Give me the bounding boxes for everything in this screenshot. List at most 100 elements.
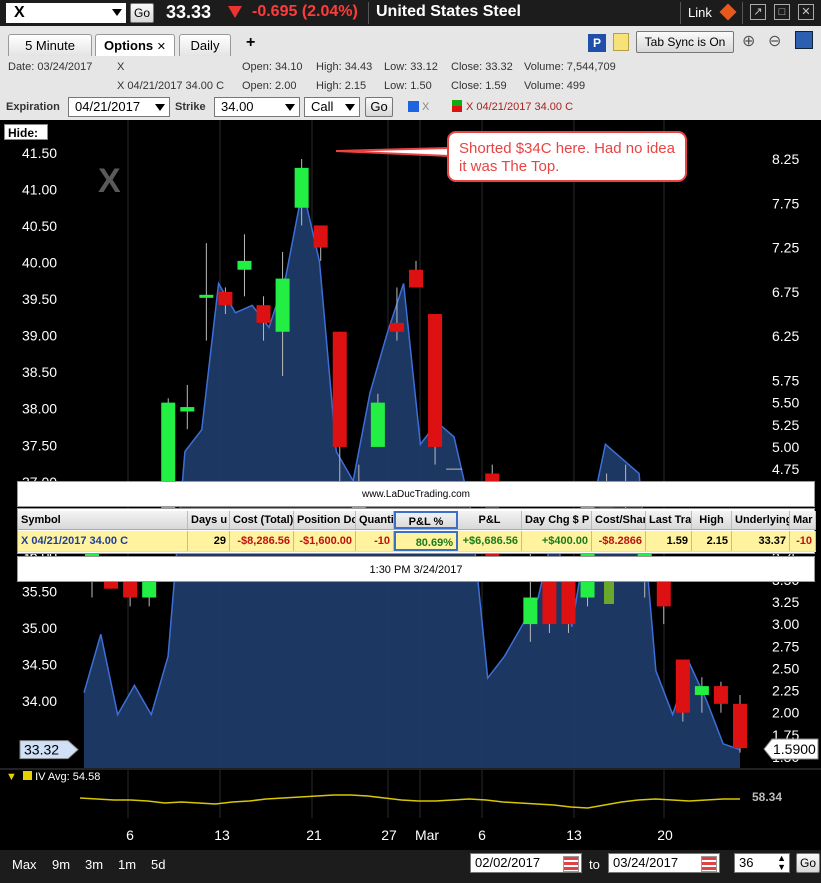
hide-button[interactable]: Hide: xyxy=(4,124,48,140)
column-header[interactable]: Quanti xyxy=(356,511,394,529)
chevron-down-icon[interactable] xyxy=(345,104,355,111)
right-axis-label: 8.25 xyxy=(772,151,799,167)
from-date-input[interactable]: 02/02/2017 xyxy=(470,853,582,873)
column-header[interactable]: Days u xyxy=(188,511,230,529)
from-date-value: 02/02/2017 xyxy=(475,855,541,870)
close-icon[interactable]: ✕ xyxy=(157,41,166,53)
column-header[interactable]: High xyxy=(692,511,732,529)
iv-pane: 58.34 6 13 21 27 Mar 6 13 20 xyxy=(0,768,821,850)
stepper-icon[interactable]: ▲ ▼ xyxy=(777,854,786,872)
add-tab-button[interactable]: + xyxy=(246,34,255,52)
iv-value: 58.34 xyxy=(752,790,782,804)
stock-low: Low: 33.12 xyxy=(384,61,438,73)
column-header[interactable]: Cost/Share xyxy=(592,511,646,529)
x-axis-label: 20 xyxy=(657,827,673,843)
stock-open: Open: 34.10 xyxy=(242,61,303,73)
candle-body xyxy=(256,305,271,323)
strike-value: 34.00 xyxy=(221,99,254,114)
iv-legend-swatch xyxy=(23,771,33,780)
last-option-value: 1.5900 xyxy=(773,741,816,757)
table-row[interactable]: X 04/21/2017 34.00 C 29 -$8,286.56 -$1,600.… xyxy=(18,531,816,552)
to-date-input[interactable]: 03/24/2017 xyxy=(608,853,720,873)
range-1m[interactable]: 1m xyxy=(118,857,136,872)
maximize-icon[interactable]: □ xyxy=(774,4,790,20)
link-color-icon[interactable] xyxy=(719,3,737,21)
column-header[interactable]: Position Do xyxy=(294,511,356,529)
calendar-icon[interactable] xyxy=(701,856,717,872)
column-header[interactable]: Day Chg $ P xyxy=(522,511,592,529)
range-5d[interactable]: 5d xyxy=(151,857,165,872)
strike-select[interactable]: 34.00 xyxy=(214,97,300,117)
company-name: United States Steel xyxy=(376,3,521,20)
column-header[interactable]: Last Tra xyxy=(646,511,692,529)
candle-body xyxy=(370,402,385,447)
table-cell: 1.59 xyxy=(646,531,692,551)
column-header[interactable]: P&L % xyxy=(394,511,458,529)
column-header[interactable]: Cost (Total) xyxy=(230,511,294,529)
close-icon[interactable]: ✕ xyxy=(798,4,814,20)
option-low: Low: 1.50 xyxy=(384,80,432,92)
expiration-select[interactable]: 04/21/2017 xyxy=(68,97,170,117)
left-axis-label: 35.00 xyxy=(22,620,57,636)
range-max[interactable]: Max xyxy=(12,857,37,872)
zoom-out-icon[interactable]: ⊖ xyxy=(768,31,781,51)
option-selector: Expiration 04/21/2017 Strike 34.00 Call … xyxy=(0,96,821,120)
left-axis-label: 41.00 xyxy=(22,182,57,198)
left-axis-label: 40.50 xyxy=(22,218,57,234)
divider xyxy=(680,2,681,24)
column-header[interactable]: P&L xyxy=(458,511,522,529)
chevron-down-icon[interactable]: ▼ xyxy=(6,771,17,783)
tab-daily[interactable]: Daily xyxy=(179,34,231,56)
option-type-select[interactable]: Call xyxy=(304,97,360,117)
range-9m[interactable]: 9m xyxy=(52,857,70,872)
bar-count-input[interactable]: 36 ▲ ▼ xyxy=(734,853,790,873)
table-cell: -$1,600.00 xyxy=(294,531,356,551)
option-go-button[interactable]: Go xyxy=(365,97,393,117)
calendar-icon[interactable] xyxy=(563,856,579,872)
column-header[interactable]: Underlying xyxy=(732,511,790,529)
chevron-down-icon[interactable] xyxy=(155,104,165,111)
option-symbol-label: X 04/21/2017 34.00 C xyxy=(117,80,225,92)
column-header[interactable]: Mar xyxy=(790,511,816,529)
link-label[interactable]: Link xyxy=(688,5,712,20)
column-header[interactable]: Symbol xyxy=(18,511,188,529)
right-axis-label: 6.75 xyxy=(772,284,799,300)
table-cell: +$6,686.56 xyxy=(458,531,522,551)
save-icon[interactable] xyxy=(795,31,813,49)
p1-badge[interactable]: P xyxy=(588,34,606,52)
strike-label: Strike xyxy=(175,101,206,113)
range-3m[interactable]: 3m xyxy=(85,857,103,872)
tab-options[interactable]: Options ✕ xyxy=(95,34,175,57)
candle-body xyxy=(275,278,290,332)
candle-body xyxy=(542,579,557,625)
stock-legend-swatch xyxy=(408,101,419,112)
notes-icon[interactable] xyxy=(613,33,629,51)
candle-body xyxy=(523,597,538,625)
option-open: Open: 2.00 xyxy=(242,80,297,92)
ohlc-info: Date: 03/24/2017 X Open: 34.10 High: 34.… xyxy=(0,56,821,96)
symbol-input[interactable]: X xyxy=(6,3,126,23)
tab-sync-button[interactable]: Tab Sync is On xyxy=(636,31,734,53)
chevron-down-icon[interactable] xyxy=(112,9,122,16)
table-cell: X 04/21/2017 34.00 C xyxy=(18,531,188,551)
candle-body xyxy=(332,331,347,447)
table-cell: 29 xyxy=(188,531,230,551)
popout-icon[interactable]: ↗ xyxy=(750,4,766,20)
bar-count-value: 36 xyxy=(739,855,754,870)
x-axis-label: 13 xyxy=(566,827,582,843)
zoom-in-icon[interactable]: ⊕ xyxy=(742,31,755,51)
iv-background xyxy=(0,768,821,850)
tab-5-minute[interactable]: 5 Minute xyxy=(8,34,92,56)
price-chart[interactable]: X 41.50 41.00 40.50 40.00 39.50 39.00 38.50 38.0… xyxy=(0,120,821,772)
x-axis-label: 6 xyxy=(126,827,134,843)
table-cell: -10 xyxy=(790,531,816,551)
x-axis-label: 13 xyxy=(214,827,230,843)
right-axis-label: 7.25 xyxy=(772,240,799,256)
go-button[interactable]: Go xyxy=(130,3,154,23)
option-type-value: Call xyxy=(311,99,334,114)
chevron-down-icon[interactable] xyxy=(285,104,295,111)
x-axis-label: 21 xyxy=(306,827,322,843)
p1-label: P xyxy=(592,36,601,50)
range-go-button[interactable]: Go xyxy=(796,853,820,873)
stock-legend-label: X xyxy=(422,101,430,113)
